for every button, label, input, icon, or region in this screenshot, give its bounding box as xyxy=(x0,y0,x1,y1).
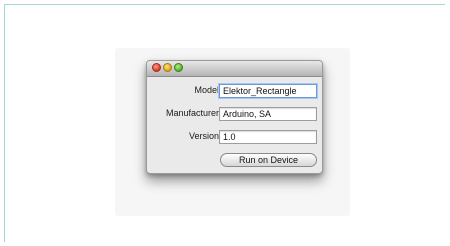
run-on-device-button[interactable]: Run on Device xyxy=(220,153,317,167)
minimize-icon[interactable] xyxy=(163,63,172,72)
model-label: Model xyxy=(194,85,219,95)
manufacturer-field[interactable]: Arduino, SA xyxy=(219,107,317,121)
zoom-icon[interactable] xyxy=(174,63,183,72)
model-field[interactable]: Elektor_Rectangle xyxy=(219,84,317,98)
version-label: Version xyxy=(188,131,219,141)
manufacturer-row: Manufacturer Arduino, SA xyxy=(147,107,322,122)
model-row: Model Elektor_Rectangle xyxy=(147,84,322,99)
title-bar[interactable] xyxy=(147,61,322,77)
version-row: Version 1.0 xyxy=(147,130,322,145)
device-dialog-window: Model Elektor_Rectangle Manufacturer Ard… xyxy=(146,60,323,174)
manufacturer-label: Manufacturer xyxy=(165,108,219,118)
close-icon[interactable] xyxy=(152,63,161,72)
version-field[interactable]: 1.0 xyxy=(219,130,317,144)
